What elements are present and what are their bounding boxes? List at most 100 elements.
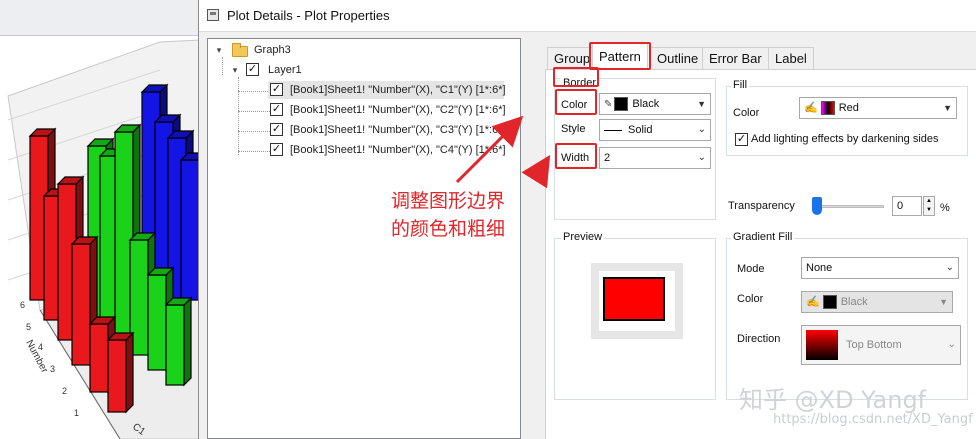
checkbox-checked-icon[interactable]: ✓ bbox=[246, 63, 259, 76]
checkbox-checked-icon[interactable]: ✓ bbox=[270, 143, 283, 156]
plot-details-dialog: Plot Details - Plot Properties ▾ Graph3 … bbox=[198, 0, 976, 439]
fill-group: Fill Color ✍ Red ▼ ✓ Add lighting effects… bbox=[726, 79, 968, 156]
tree-plot-label: [Book1]Sheet1! "Number"(X), "C4"(Y) [1*:… bbox=[290, 144, 506, 156]
gradient-mode-dropdown[interactable]: None ⌄ bbox=[801, 257, 959, 279]
plot-bar-14 bbox=[89, 323, 109, 393]
checkbox-checked-icon[interactable]: ✓ bbox=[270, 83, 283, 96]
collapse-arrow-icon[interactable]: ▾ bbox=[214, 45, 224, 55]
tab-label[interactable]: Label bbox=[768, 47, 814, 69]
plot-bar-9 bbox=[165, 304, 185, 386]
dialog-titlebar[interactable]: Plot Details - Plot Properties bbox=[199, 0, 976, 32]
plot-bar-side-15 bbox=[125, 331, 134, 414]
gradient-color-dropdown[interactable]: ✍ Black ▼ bbox=[801, 291, 953, 313]
fill-color-dropdown[interactable]: ✍ Red ▼ bbox=[799, 97, 957, 119]
border-style-value: Solid bbox=[628, 124, 653, 136]
chevron-down-icon: ⌄ bbox=[947, 339, 956, 350]
tree-plot-item-c3[interactable]: ✓ [Book1]Sheet1! "Number"(X), "C3"(Y) [1… bbox=[268, 121, 506, 139]
lighting-checkbox[interactable]: ✓ bbox=[735, 133, 748, 146]
preview-group: Preview bbox=[554, 231, 716, 400]
border-style-label: Style bbox=[561, 123, 586, 135]
black-swatch bbox=[822, 295, 837, 310]
paint-bucket-icon: ✍ bbox=[806, 296, 820, 308]
tree-plot-item-c2[interactable]: ✓ [Book1]Sheet1! "Number"(X), "C2"(Y) [1… bbox=[268, 101, 506, 119]
tree-root-label: Graph3 bbox=[254, 44, 291, 56]
annotation-text-line2: 的颜色和粗细 bbox=[391, 218, 506, 240]
transparency-input[interactable]: 0 bbox=[892, 196, 922, 216]
watermark-url: https://blog.csdn.net/XD_Yangf bbox=[773, 412, 973, 427]
transparency-slider-thumb[interactable] bbox=[812, 197, 822, 215]
gradient-mode-value: None bbox=[806, 262, 833, 274]
folder-icon bbox=[232, 43, 248, 57]
dropdown-arrow-icon: ▼ bbox=[943, 103, 952, 113]
background-3d-bar-plot: 6 5 4 3 2 1 Number C1 bbox=[0, 0, 200, 439]
dropdown-arrow-icon: ▼ bbox=[939, 297, 948, 307]
tree-node-layer1[interactable]: ▾ ✓ Layer1 bbox=[230, 61, 510, 79]
transparency-spinner[interactable]: ▲ ▼ bbox=[923, 196, 935, 216]
border-color-dropdown[interactable]: ✎ Black ▼ bbox=[599, 93, 711, 115]
tree-node-graph3[interactable]: ▾ Graph3 bbox=[212, 41, 512, 59]
plot-svg: 6 5 4 3 2 1 Number C1 bbox=[7, 39, 200, 439]
gradient-color-value: Black bbox=[840, 296, 868, 308]
transparency-slider-track[interactable] bbox=[816, 205, 884, 208]
preview-red-rect bbox=[603, 277, 665, 321]
gradient-mode-label: Mode bbox=[737, 263, 765, 275]
fill-color-label: Color bbox=[733, 107, 760, 119]
dropdown-arrow-icon: ▼ bbox=[697, 99, 706, 109]
lighting-checkbox-label: Add lighting effects by darkening sides bbox=[751, 133, 939, 145]
gradient-direction-label: Direction bbox=[737, 333, 781, 345]
tick-label-6: 6 bbox=[20, 300, 25, 310]
tree-layer-label: Layer1 bbox=[268, 64, 302, 76]
fill-color-value: Red bbox=[838, 102, 859, 114]
bars-group bbox=[28, 83, 200, 414]
tick-label-5: 5 bbox=[26, 322, 31, 332]
gradient-color-label: Color bbox=[737, 293, 764, 305]
gradient-direction-swatch bbox=[806, 330, 838, 360]
dialog-title: Plot Details - Plot Properties bbox=[227, 8, 390, 23]
highlight-width-label bbox=[555, 143, 597, 169]
chevron-down-icon: ⌄ bbox=[945, 262, 954, 273]
highlight-color-label bbox=[555, 89, 597, 115]
gradient-direction-value: Top Bottom bbox=[846, 339, 902, 351]
plot-bar-8 bbox=[147, 274, 167, 371]
chevron-down-icon: ⌄ bbox=[697, 152, 706, 163]
tree-plot-item-c4[interactable]: ✓ [Book1]Sheet1! "Number"(X), "C4"(Y) [1… bbox=[268, 141, 506, 159]
plot-bar-side-9 bbox=[183, 296, 192, 387]
gradient-fill-label: Gradient Fill bbox=[731, 231, 795, 243]
preview-group-label: Preview bbox=[561, 231, 605, 243]
highlight-pattern-tab bbox=[589, 42, 651, 70]
gradient-fill-group: Gradient Fill Mode None ⌄ Color ✍ Black ▼… bbox=[726, 231, 968, 400]
transparency-value: 0 bbox=[897, 200, 904, 212]
annotation-text-line1: 调整图形边界 bbox=[391, 190, 506, 212]
checkbox-checked-icon[interactable]: ✓ bbox=[270, 103, 283, 116]
pen-icon: ✎ bbox=[604, 99, 613, 110]
window-icon bbox=[207, 9, 219, 21]
border-style-dropdown[interactable]: Solid ⌄ bbox=[599, 119, 711, 141]
gradient-direction-dropdown[interactable]: Top Bottom ⌄ bbox=[801, 325, 961, 365]
tab-error-bar[interactable]: Error Bar bbox=[702, 47, 769, 69]
checkbox-checked-icon[interactable]: ✓ bbox=[270, 123, 283, 136]
watermark-main: 知乎 @XD Yangf bbox=[739, 386, 927, 414]
preview-frame bbox=[591, 263, 683, 339]
percent-unit-label: % bbox=[940, 202, 950, 214]
black-swatch bbox=[614, 97, 629, 112]
axis-label-number: Number bbox=[23, 338, 50, 375]
tree-plot-label: [Book1]Sheet1! "Number"(X), "C1"(Y) [1*:… bbox=[290, 84, 506, 96]
solid-line-icon bbox=[604, 129, 622, 131]
tick-label-2: 2 bbox=[62, 386, 67, 396]
collapse-arrow-icon[interactable]: ▾ bbox=[230, 65, 240, 75]
fill-group-label: Fill bbox=[731, 79, 750, 91]
chevron-down-icon: ⌄ bbox=[697, 124, 706, 135]
highlight-border-label bbox=[553, 67, 599, 87]
tree-plot-label: [Book1]Sheet1! "Number"(X), "C3"(Y) [1*:… bbox=[290, 124, 506, 136]
paint-bucket-icon: ✍ bbox=[804, 102, 818, 114]
tick-label-1: 1 bbox=[74, 408, 79, 418]
transparency-label: Transparency bbox=[728, 200, 795, 212]
border-width-value: 2 bbox=[604, 152, 611, 164]
border-width-dropdown[interactable]: 2 ⌄ bbox=[599, 147, 711, 169]
plot-bar-3 bbox=[180, 159, 200, 301]
border-color-value: Black bbox=[632, 98, 660, 110]
tab-outline[interactable]: Outline bbox=[650, 47, 706, 69]
tree-plot-item-c1[interactable]: ✓ [Book1]Sheet1! "Number"(X), "C1"(Y) [1… bbox=[268, 81, 506, 99]
plot-bar-15 bbox=[107, 339, 127, 413]
gradient-swatch bbox=[820, 101, 835, 116]
